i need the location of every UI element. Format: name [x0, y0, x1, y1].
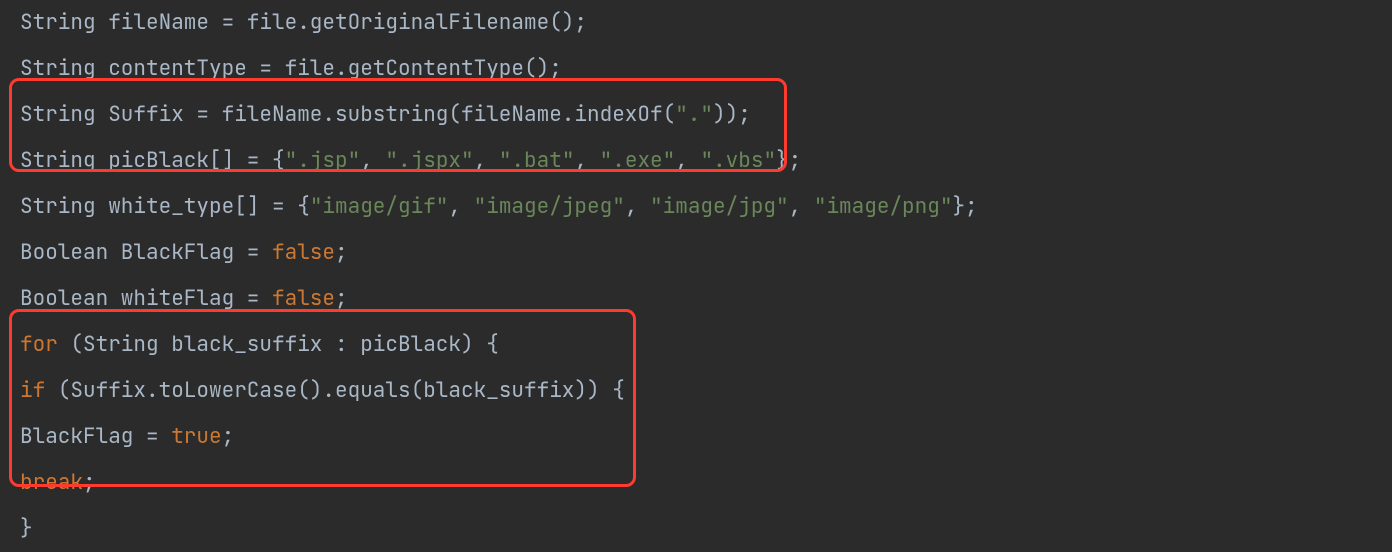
code-text: }: [20, 515, 33, 542]
code-text: Boolean BlackFlag =: [20, 239, 272, 266]
code-text: ;: [222, 423, 235, 450]
code-text: String picBlack[] = {: [20, 147, 285, 174]
code-text: };: [952, 193, 977, 220]
code-line-9: if (Suffix.toLowerCase().equals(black_su…: [20, 368, 1392, 414]
code-line-11: break;: [20, 460, 1392, 506]
string-literal: "image/jpg": [650, 193, 789, 220]
code-text: ,: [448, 193, 473, 220]
string-literal: "image/gif": [310, 193, 449, 220]
code-text: ,: [474, 147, 499, 174]
code-text: (Suffix.toLowerCase().equals(black_suffi…: [45, 377, 625, 404]
code-line-10: BlackFlag = true;: [20, 414, 1392, 460]
code-line-5: String white_type[] = {"image/gif", "ima…: [20, 184, 1392, 230]
code-text: ,: [574, 147, 599, 174]
string-literal: "image/jpeg": [474, 193, 625, 220]
code-text: ;: [83, 469, 96, 496]
code-line-3: String Suffix = fileName.substring(fileN…: [20, 92, 1392, 138]
boolean-literal: true: [171, 423, 221, 450]
code-text: ));: [713, 101, 751, 128]
keyword: if: [20, 377, 45, 404]
code-text: (String black_suffix : picBlack) {: [58, 331, 499, 358]
string-literal: ".jsp": [285, 147, 361, 174]
code-text: String contentType = file.getContentType…: [20, 55, 562, 82]
code-text: String fileName = file.getOriginalFilena…: [20, 9, 587, 36]
code-line-8: for (String black_suffix : picBlack) {: [20, 322, 1392, 368]
code-text: ;: [335, 285, 348, 312]
string-literal: ".vbs": [700, 147, 776, 174]
code-line-7: Boolean whiteFlag = false;: [20, 276, 1392, 322]
code-text: BlackFlag =: [20, 423, 171, 450]
boolean-literal: false: [272, 239, 335, 266]
string-literal: ".exe": [600, 147, 676, 174]
string-literal: ".": [675, 101, 713, 128]
keyword: break: [20, 469, 83, 496]
code-text: ,: [360, 147, 385, 174]
code-text: String white_type[] = {: [20, 193, 310, 220]
code-line-4: String picBlack[] = {".jsp", ".jspx", ".…: [20, 138, 1392, 184]
code-text: ,: [675, 147, 700, 174]
code-line-2: String contentType = file.getContentType…: [20, 46, 1392, 92]
code-text: Boolean whiteFlag =: [20, 285, 272, 312]
code-text: ,: [625, 193, 650, 220]
boolean-literal: false: [272, 285, 335, 312]
code-line-6: Boolean BlackFlag = false;: [20, 230, 1392, 276]
string-literal: "image/png": [814, 193, 953, 220]
string-literal: ".bat": [499, 147, 575, 174]
code-text: String Suffix = fileName.substring(fileN…: [20, 101, 675, 128]
code-editor: String fileName = file.getOriginalFilena…: [0, 0, 1392, 552]
string-literal: ".jspx": [385, 147, 473, 174]
code-text: };: [776, 147, 801, 174]
code-text: ,: [789, 193, 814, 220]
code-text: ;: [335, 239, 348, 266]
code-line-1: String fileName = file.getOriginalFilena…: [20, 0, 1392, 46]
code-line-12: }: [20, 506, 1392, 552]
keyword: for: [20, 331, 58, 358]
